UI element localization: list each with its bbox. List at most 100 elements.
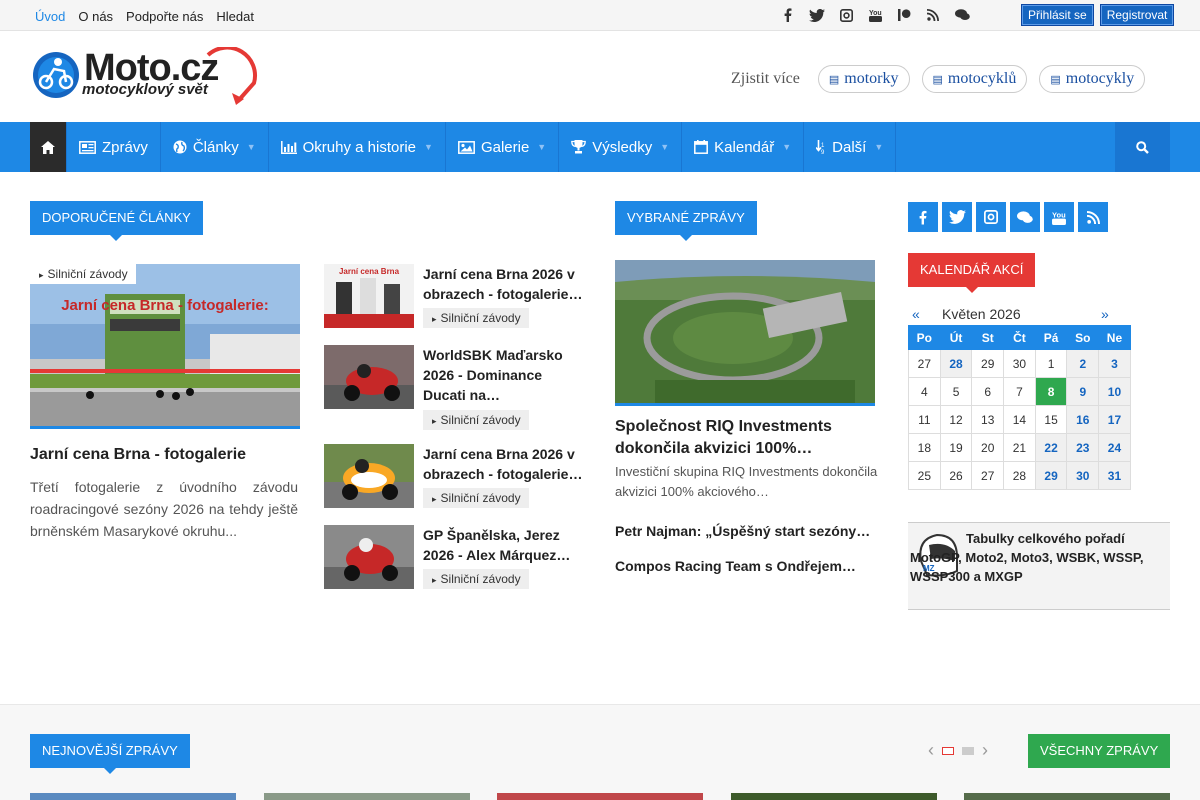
article-thumbnail[interactable]: Jarní cena Brna: [324, 264, 414, 328]
article-tag[interactable]: Silniční závody: [423, 308, 529, 328]
rss-icon[interactable]: [1078, 202, 1108, 232]
nav-galerie[interactable]: Galerie ▼: [446, 122, 560, 172]
calendar-day[interactable]: 6: [971, 377, 1005, 406]
twitter-icon[interactable]: [942, 202, 972, 232]
pill-motocyklu[interactable]: ▤ motocyklů: [921, 65, 1028, 93]
top-nav-about[interactable]: O nás: [78, 9, 113, 24]
selected-news-link[interactable]: Compos Racing Team s Ondřejem…: [615, 558, 856, 574]
latest-news-thumbnail[interactable]: [731, 793, 937, 800]
calendar-day[interactable]: 3: [1098, 349, 1131, 378]
selected-news-link[interactable]: Petr Najman: „Úspěšný start sezóny…: [615, 523, 870, 539]
patreon-icon[interactable]: [894, 7, 914, 23]
site-logo[interactable]: Moto.cz motocyklový svět: [32, 47, 262, 111]
calendar-day[interactable]: 13: [971, 405, 1005, 434]
calendar-day[interactable]: 16: [1066, 405, 1100, 434]
calendar-day[interactable]: 31: [1098, 461, 1131, 490]
forum-icon[interactable]: [952, 7, 972, 23]
calendar-day[interactable]: 18: [908, 433, 941, 462]
article-thumbnail[interactable]: [324, 444, 414, 508]
youtube-icon[interactable]: You: [865, 7, 885, 23]
carousel-dot[interactable]: [962, 746, 974, 755]
calendar-day[interactable]: 8: [1034, 377, 1068, 406]
carousel-next-button[interactable]: ›: [982, 740, 988, 761]
latest-news-thumbnail[interactable]: [497, 793, 703, 800]
calendar-day[interactable]: 12: [939, 405, 973, 434]
calendar-day[interactable]: 23: [1066, 433, 1100, 462]
calendar-day[interactable]: 1: [1034, 349, 1068, 378]
latest-news-thumbnail[interactable]: [964, 793, 1170, 800]
article-thumbnail[interactable]: [324, 345, 414, 409]
calendar-day[interactable]: 15: [1034, 405, 1068, 434]
calendar-day[interactable]: 28: [1003, 461, 1036, 490]
calendar-day[interactable]: 17: [1098, 405, 1131, 434]
carousel-prev-button[interactable]: ‹: [928, 740, 934, 761]
calendar-day[interactable]: 7: [1003, 377, 1036, 406]
calendar-day[interactable]: 30: [1066, 461, 1100, 490]
calendar-day[interactable]: 10: [1098, 377, 1131, 406]
facebook-icon[interactable]: [908, 202, 938, 232]
calendar-day[interactable]: 26: [939, 461, 973, 490]
article-title[interactable]: Jarní cena Brna 2026 v obrazech - fotoga…: [423, 264, 588, 304]
instagram-icon[interactable]: [976, 202, 1006, 232]
calendar-day[interactable]: 24: [1098, 433, 1131, 462]
article-tag[interactable]: Silniční závody: [423, 488, 529, 508]
selected-main-title[interactable]: Společnost RIQ Investments dokončila akv…: [615, 416, 885, 460]
calendar-day[interactable]: 4: [908, 377, 941, 406]
calendar-day[interactable]: 21: [1003, 433, 1036, 462]
pill-motorky[interactable]: ▤ motorky: [817, 65, 910, 93]
calendar-day[interactable]: 27: [971, 461, 1005, 490]
nav-zpravy[interactable]: Zprávy: [67, 122, 161, 172]
calendar-day[interactable]: 5: [939, 377, 973, 406]
article-tag[interactable]: Silniční závody: [423, 410, 529, 430]
search-button[interactable]: [1115, 122, 1170, 172]
calendar-day[interactable]: 29: [1034, 461, 1068, 490]
selected-main-image[interactable]: [615, 260, 875, 406]
calendar-day[interactable]: 14: [1003, 405, 1036, 434]
featured-main-title[interactable]: Jarní cena Brna - fotogalerie: [30, 446, 246, 464]
top-nav-search[interactable]: Hledat: [216, 9, 254, 24]
register-button[interactable]: Registrovat: [1099, 4, 1175, 26]
calendar-day[interactable]: 25: [908, 461, 941, 490]
calendar-day[interactable]: 20: [971, 433, 1005, 462]
nav-kalendar[interactable]: Kalendář ▼: [682, 122, 805, 172]
top-nav-home[interactable]: Úvod: [35, 9, 65, 24]
calendar-day[interactable]: 2: [1066, 349, 1100, 378]
all-news-button[interactable]: VŠECHNY ZPRÁVY: [1028, 734, 1171, 768]
article-title[interactable]: WorldSBK Maďarsko 2026 - Dominance Ducat…: [423, 345, 588, 405]
login-button[interactable]: Přihlásit se: [1021, 4, 1094, 26]
calendar-day[interactable]: 19: [939, 433, 973, 462]
carousel-dot[interactable]: [942, 746, 954, 755]
top-nav-support[interactable]: Podpořte nás: [126, 9, 203, 24]
nav-clanky[interactable]: Články ▼: [161, 122, 269, 172]
nav-vysledky[interactable]: Výsledky ▼: [559, 122, 683, 172]
rss-icon[interactable]: [923, 7, 943, 23]
calendar-day[interactable]: 29: [971, 349, 1005, 378]
twitter-icon[interactable]: [807, 7, 827, 23]
calendar-day[interactable]: 22: [1034, 433, 1068, 462]
article-title[interactable]: GP Španělska, Jerez 2026 - Alex Márquez…: [423, 525, 588, 565]
forum-icon[interactable]: [1010, 202, 1040, 232]
youtube-icon[interactable]: You: [1044, 202, 1074, 232]
calendar-day[interactable]: 28: [939, 349, 973, 378]
article-tag[interactable]: Silniční závody: [423, 569, 529, 589]
standings-tables-text[interactable]: Tabulky celkového pořadí MotoGP, Moto2, …: [910, 529, 1168, 586]
article-thumbnail[interactable]: [324, 525, 414, 589]
featured-main-tag[interactable]: Silniční závody: [30, 264, 136, 284]
nav-dalsi[interactable]: 19 Další ▼: [804, 122, 897, 172]
article-title[interactable]: Jarní cena Brna 2026 v obrazech - fotoga…: [423, 444, 588, 484]
calendar-day[interactable]: 30: [1003, 349, 1036, 378]
facebook-icon[interactable]: [778, 7, 798, 23]
latest-news-thumbnail[interactable]: [264, 793, 470, 800]
nav-okruhy[interactable]: Okruhy a historie ▼: [269, 122, 446, 172]
latest-news-thumbnail[interactable]: [30, 793, 236, 800]
calendar-prev-button[interactable]: «: [912, 306, 920, 322]
calendar-day[interactable]: 9: [1066, 377, 1100, 406]
nav-home[interactable]: [30, 122, 67, 172]
calendar-next-button[interactable]: »: [1101, 306, 1109, 322]
instagram-icon[interactable]: [836, 7, 856, 23]
calendar-day[interactable]: 11: [908, 405, 941, 434]
featured-main-image[interactable]: Jarní cena Brna - fotogalerie:: [30, 264, 300, 429]
pill-motocykly[interactable]: ▤ motocykly: [1039, 65, 1146, 93]
standings-tables-box[interactable]: MZ Tabulky celkového pořadí MotoGP, Moto…: [908, 522, 1170, 610]
calendar-day[interactable]: 27: [908, 349, 941, 378]
